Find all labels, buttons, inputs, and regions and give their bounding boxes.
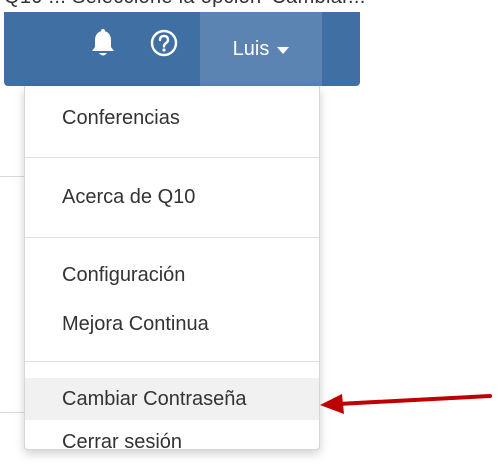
menu-divider [25,361,319,362]
cropped-instruction-text: Q10 ... Seleccione la opción 'Cambiar... [4,0,366,9]
menu-divider [25,237,319,238]
cropped-text: Q10 ... Seleccione la opción 'Cambiar... [4,0,366,8]
menu-item-label: Cambiar Contraseña [62,387,247,410]
menu-item-conferencias[interactable]: Conferencias [25,97,319,139]
help-icon[interactable] [150,29,178,57]
menu-item-label: Acerca de Q10 [62,185,196,208]
user-name-label: Luis [232,37,270,60]
background-divider [0,176,24,177]
menu-item-label: Configuración [62,263,186,286]
menu-item-cambiar-contrasena[interactable]: Cambiar Contraseña [25,378,319,420]
bell-icon[interactable] [90,29,116,59]
user-menu-button[interactable]: Luis [200,12,322,86]
top-navbar: Luis [4,12,360,86]
caret-down-icon [277,46,290,54]
background-divider [0,412,24,413]
red-arrow-annotation [320,394,492,414]
menu-item-configuracion[interactable]: Configuración [25,254,319,296]
menu-item-label: Cerrar sesión [62,430,183,453]
menu-item-label: Mejora Continua [62,312,209,335]
menu-item-mejora-continua[interactable]: Mejora Continua [25,303,319,345]
menu-item-cerrar-sesion[interactable]: Cerrar sesión [25,422,319,462]
menu-item-label: Conferencias [62,106,180,129]
menu-item-acerca-de[interactable]: Acerca de Q10 [25,176,319,218]
page: Q10 ... Seleccione la opción 'Cambiar...… [0,0,501,476]
user-dropdown-menu: Conferencias Acerca de Q10 Configuración… [24,86,320,453]
menu-divider [25,157,319,158]
